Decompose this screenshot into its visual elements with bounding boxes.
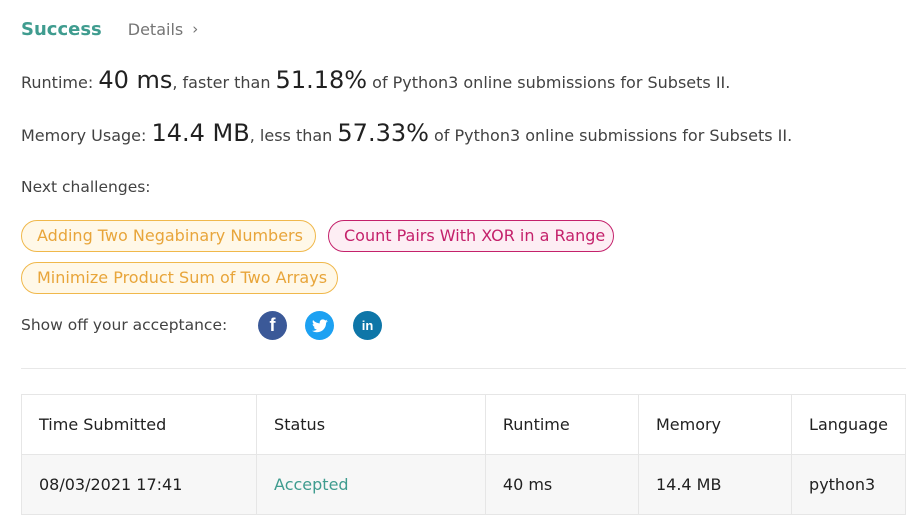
next-challenges-label: Next challenges: bbox=[21, 178, 151, 196]
runtime-stat: Runtime: 40 ms, faster than 51.18% of Py… bbox=[21, 66, 730, 94]
runtime-percent: 51.18% bbox=[275, 66, 368, 94]
result-header: Success Details › bbox=[21, 16, 198, 42]
details-label: Details bbox=[127, 19, 184, 39]
memory-percent: 57.33% bbox=[337, 119, 429, 147]
challenge-chip-adding-two-negabinary-numbers[interactable]: Adding Two Negabinary Numbers bbox=[21, 220, 316, 252]
runtime-label: Runtime: bbox=[21, 73, 99, 92]
runtime-value: 40 ms bbox=[98, 66, 173, 94]
facebook-icon[interactable]: f bbox=[258, 311, 287, 340]
table-header-row: Time Submitted Status Runtime Memory Lan… bbox=[20, 394, 906, 455]
challenge-chip-count-pairs-with-xor[interactable]: Count Pairs With XOR in a Range bbox=[328, 220, 614, 252]
cell-time-submitted: 08/03/2021 17:41 bbox=[20, 454, 258, 515]
header-status: Status bbox=[256, 394, 486, 455]
success-tab[interactable]: Success bbox=[21, 19, 102, 40]
section-divider bbox=[21, 368, 906, 369]
twitter-bird-glyph bbox=[311, 318, 328, 332]
header-time-submitted: Time Submitted bbox=[20, 394, 258, 455]
memory-middle-text: , less than bbox=[249, 126, 338, 145]
header-runtime: Runtime bbox=[484, 394, 639, 455]
table-row: 08/03/2021 17:41 Accepted 40 ms 14.4 MB … bbox=[20, 454, 906, 515]
cell-runtime: 40 ms bbox=[484, 454, 639, 515]
share-label: Show off your acceptance: bbox=[21, 316, 228, 334]
header-memory: Memory bbox=[637, 394, 793, 455]
memory-value: 14.4 MB bbox=[151, 119, 250, 147]
cell-language: python3 bbox=[791, 454, 906, 515]
memory-suffix: of Python3 online submissions for Subset… bbox=[428, 126, 793, 145]
facebook-glyph: f bbox=[269, 315, 276, 335]
memory-stat: Memory Usage: 14.4 MB, less than 57.33% … bbox=[21, 119, 792, 147]
memory-label: Memory Usage: bbox=[21, 126, 152, 145]
cell-status-link[interactable]: Accepted bbox=[256, 454, 486, 515]
runtime-middle-text: , faster than bbox=[172, 73, 276, 92]
linkedin-glyph: in bbox=[361, 318, 374, 333]
chevron-right-icon: › bbox=[192, 20, 199, 38]
runtime-suffix: of Python3 online submissions for Subset… bbox=[367, 73, 731, 92]
details-link[interactable]: Details › bbox=[128, 20, 198, 39]
linkedin-icon[interactable]: in bbox=[353, 311, 382, 340]
header-language: Language bbox=[791, 394, 906, 455]
challenge-chip-minimize-product-sum[interactable]: Minimize Product Sum of Two Arrays bbox=[21, 262, 338, 294]
twitter-icon[interactable] bbox=[305, 311, 334, 340]
submissions-table: Time Submitted Status Runtime Memory Lan… bbox=[20, 394, 906, 515]
cell-memory: 14.4 MB bbox=[637, 454, 793, 515]
